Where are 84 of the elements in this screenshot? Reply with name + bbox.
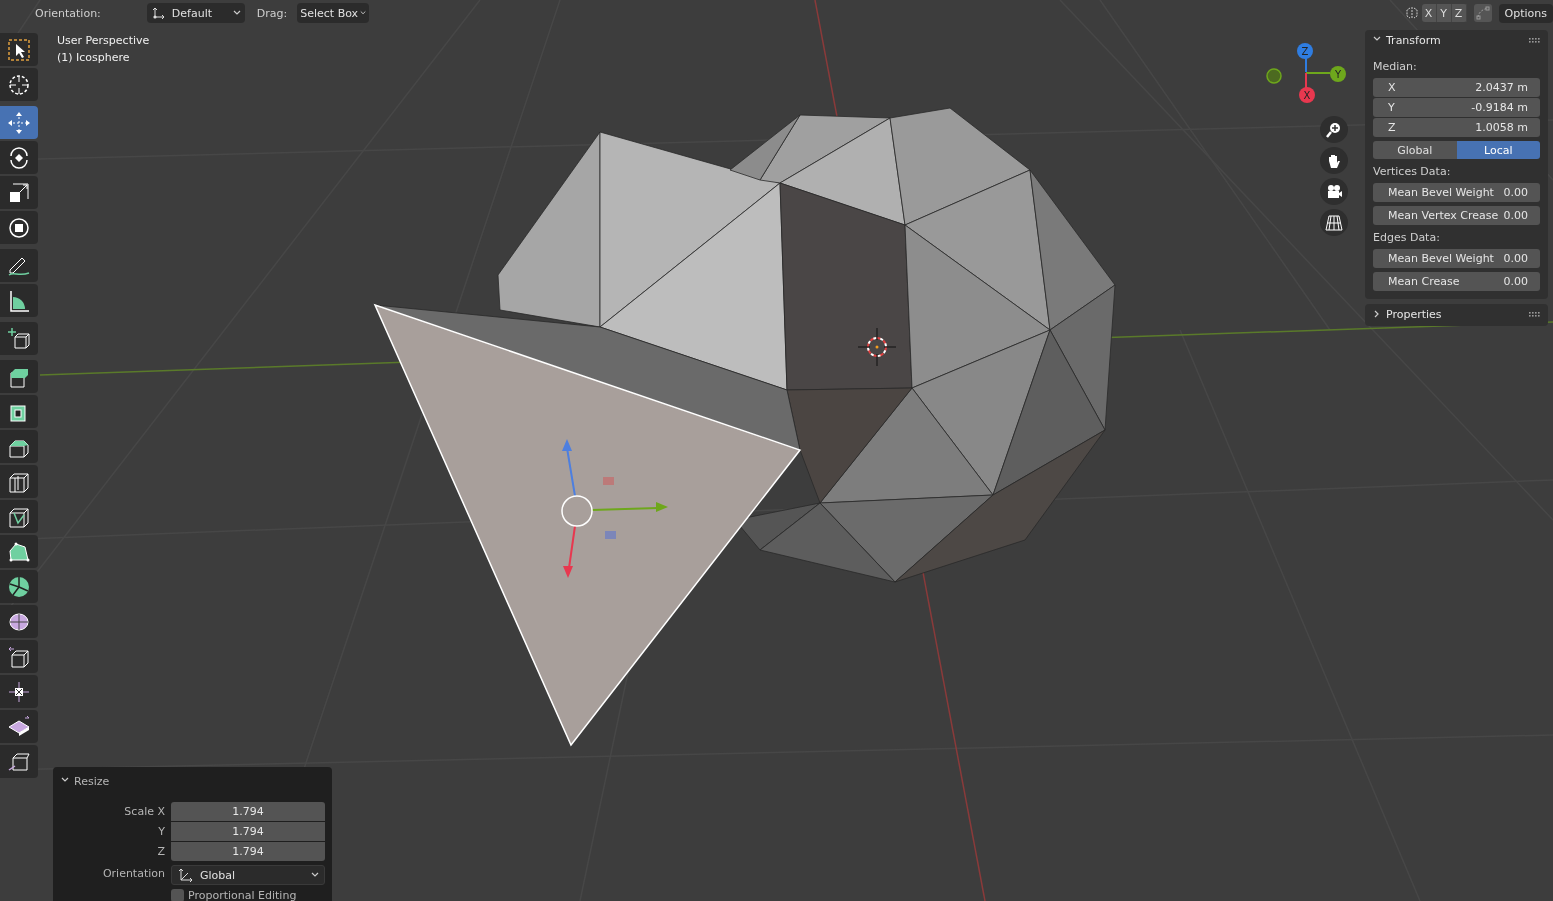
number-field[interactable]: 1.794	[171, 822, 325, 841]
dotted-curve-icon	[1475, 6, 1490, 20]
drag-handle-icon	[1529, 311, 1540, 317]
tool-button[interactable]	[0, 535, 38, 568]
number-field[interactable]: X 2.0437 m	[1373, 78, 1540, 97]
space-toggle[interactable]: Local	[1456, 141, 1540, 159]
checkbox[interactable]	[171, 889, 184, 901]
axis-handle[interactable]	[1297, 43, 1313, 59]
section-label: Vertices Data:	[1373, 165, 1452, 178]
options-button[interactable]: Options	[1498, 3, 1553, 23]
orientation-dropdown[interactable]: Global	[171, 865, 325, 885]
axis-lines-drawing	[1305, 57, 1331, 89]
grid-icon	[1325, 214, 1343, 231]
panel-header[interactable]: Resize	[61, 772, 324, 790]
number-field[interactable]: 1.794	[171, 802, 325, 821]
axis-handle[interactable]	[1330, 66, 1346, 82]
chevron-down-icon	[232, 10, 241, 16]
number-field[interactable]: Mean Bevel Weight 0.00	[1373, 183, 1540, 202]
snap-toggle[interactable]	[1473, 4, 1492, 22]
panel-header[interactable]: Properties	[1373, 304, 1540, 324]
chevron-down-icon	[311, 872, 319, 878]
tool-button[interactable]	[0, 605, 38, 638]
rotate-icon	[7, 145, 31, 170]
view-navigation-button[interactable]	[1320, 209, 1348, 236]
tool-button[interactable]	[0, 395, 38, 428]
axis-handle[interactable]	[1299, 87, 1315, 103]
number-field[interactable]: Mean Vertex Crease 0.00	[1373, 206, 1540, 225]
number-field[interactable]: 1.794	[171, 842, 325, 861]
tool-button[interactable]	[0, 360, 38, 393]
select-box-icon	[7, 37, 31, 62]
zoom-icon	[1325, 121, 1343, 138]
number-field[interactable]: Z 1.0058 m	[1373, 118, 1540, 137]
field-label: Z	[156, 845, 165, 858]
axis-label: X	[1303, 90, 1311, 101]
tool-button[interactable]	[0, 500, 38, 533]
field-label: Orientation	[101, 867, 165, 880]
transform-icon	[7, 215, 31, 240]
number-field[interactable]: Mean Bevel Weight 0.00	[1373, 249, 1540, 268]
tool-button[interactable]	[0, 33, 38, 66]
scale-icon	[7, 180, 31, 205]
add-cube-icon	[7, 326, 31, 351]
drag-handle-icon	[1529, 37, 1540, 43]
field-label: Scale X	[123, 805, 165, 818]
tool-button[interactable]	[0, 249, 38, 282]
section-label: Median:	[1373, 60, 1418, 73]
space-toggle[interactable]: Global	[1373, 141, 1457, 159]
axis-label: Y	[1334, 69, 1342, 80]
view-name: User Perspective	[57, 34, 150, 47]
number-field[interactable]: Mean Crease 0.00	[1373, 272, 1540, 291]
field-label: Y	[157, 825, 165, 838]
view-navigation-button[interactable]	[1320, 178, 1348, 205]
drag-label: Drag:	[256, 6, 288, 20]
orientation-dropdown[interactable]: Default	[146, 3, 245, 23]
object-name: (1) Icosphere	[57, 51, 131, 64]
panel-header[interactable]: Transform	[1373, 30, 1540, 50]
tool-button[interactable]	[0, 710, 38, 743]
tool-button[interactable]	[0, 176, 38, 209]
checkbox-label: Proportional Editing	[188, 889, 297, 901]
tool-button[interactable]	[0, 675, 38, 708]
section-label: Edges Data:	[1373, 231, 1441, 244]
axis-toggle[interactable]: Z	[1451, 4, 1467, 22]
number-field[interactable]: Y -0.9184 m	[1373, 98, 1540, 117]
3d-cursor-icon	[857, 327, 897, 367]
axis-handle[interactable]	[1266, 68, 1282, 84]
camera-icon	[1325, 183, 1343, 200]
view-navigation-button[interactable]	[1320, 147, 1348, 174]
tool-button[interactable]	[0, 141, 38, 174]
chevron-down-icon	[360, 10, 367, 16]
tool-button[interactable]	[0, 570, 38, 603]
axis-toggle[interactable]: Y	[1436, 4, 1452, 22]
axis-label: Z	[1301, 46, 1309, 57]
transform-orientation-icon	[177, 867, 193, 883]
transform-orientation-icon	[150, 6, 166, 20]
move-icon	[7, 110, 31, 135]
drag-dropdown[interactable]: Select Box	[297, 3, 370, 23]
tool-button[interactable]	[0, 211, 38, 244]
orientation-label: Orientation:	[35, 6, 101, 20]
tool-button[interactable]	[0, 430, 38, 463]
ruler-icon	[7, 288, 31, 313]
tool-button[interactable]	[0, 284, 38, 317]
view-navigation-button[interactable]	[1320, 116, 1348, 143]
tool-button[interactable]	[0, 68, 38, 101]
axis-toggle[interactable]: X	[1421, 4, 1437, 22]
cursor-icon	[7, 72, 31, 97]
